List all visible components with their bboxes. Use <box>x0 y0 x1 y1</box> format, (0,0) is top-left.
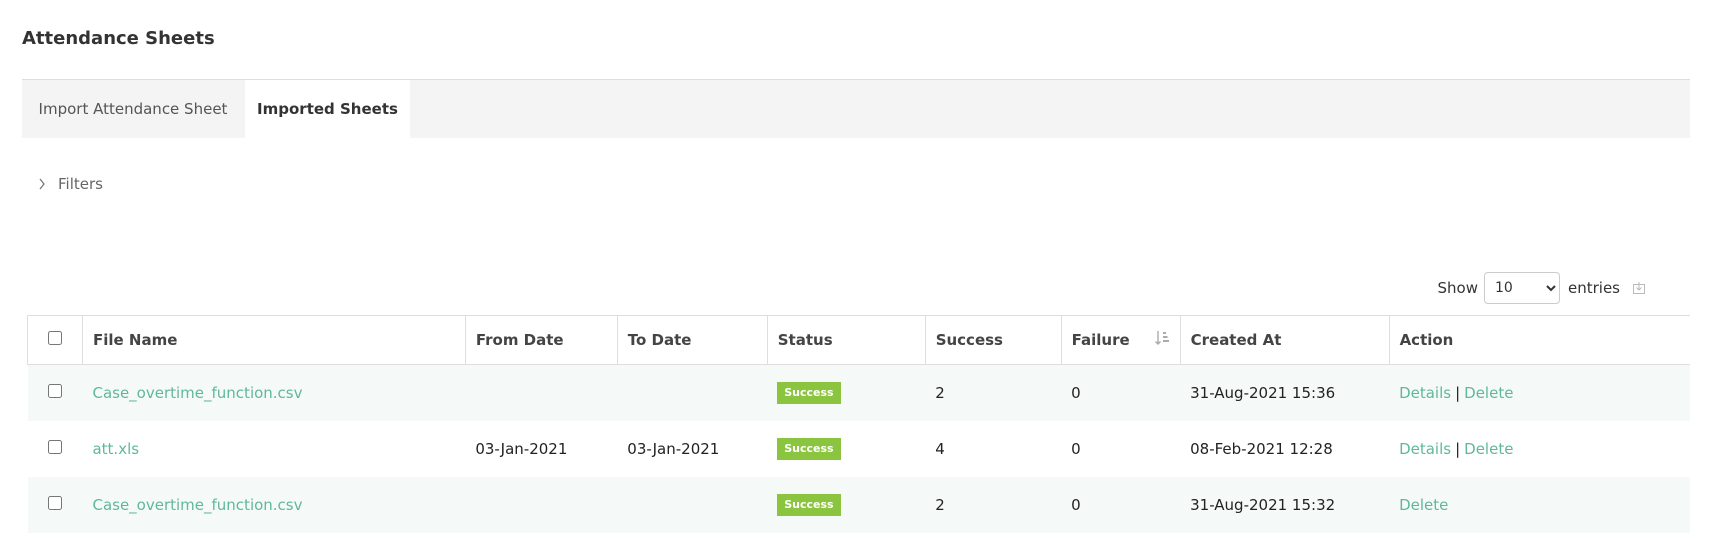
column-header-to-date[interactable]: To Date <box>616 315 768 365</box>
page-title: Attendance Sheets <box>22 28 215 49</box>
row-select-cell <box>28 365 83 422</box>
status-cell: Success <box>767 477 925 533</box>
file-name-cell: Case_overtime_function.csv <box>82 365 465 422</box>
column-header-success[interactable]: Success <box>924 315 1062 365</box>
entries-label: entries <box>1568 279 1620 297</box>
row-checkbox[interactable] <box>47 496 62 510</box>
action-cell: Delete <box>1389 477 1690 533</box>
table-row: att.xls 03-Jan-2021 03-Jan-2021 Success … <box>27 421 1690 477</box>
delete-link[interactable]: Delete <box>1464 384 1513 402</box>
file-name-cell: Case_overtime_function.csv <box>82 477 465 533</box>
column-header-file-name[interactable]: File Name <box>81 315 466 365</box>
action-cell: Details | Delete <box>1389 365 1690 422</box>
row-select-cell <box>28 477 83 533</box>
column-header-action: Action <box>1388 315 1690 365</box>
from-date-cell <box>465 477 617 533</box>
column-header-from-date[interactable]: From Date <box>464 315 618 365</box>
from-date-cell <box>465 365 617 422</box>
tab-bar: Import Attendance Sheet Imported Sheets <box>22 79 1690 138</box>
success-count-cell: 4 <box>935 440 945 458</box>
tab-import-attendance-sheet[interactable]: Import Attendance Sheet <box>22 80 244 138</box>
created-at-cell: 31-Aug-2021 15:32 <box>1190 496 1336 514</box>
delete-link[interactable]: Delete <box>1399 496 1448 514</box>
table-header-row: File Name From Date To Date Status Succe… <box>27 315 1690 365</box>
file-name-link[interactable]: att.xls <box>92 440 139 458</box>
success-count-cell: 2 <box>935 496 945 514</box>
filters-toggle[interactable]: Filters <box>38 175 103 193</box>
to-date-cell <box>617 365 767 422</box>
status-badge: Success <box>777 382 841 404</box>
to-date-cell <box>617 477 767 533</box>
created-at-cell: 08-Feb-2021 12:28 <box>1190 440 1333 458</box>
column-header-failure-label: Failure <box>1071 331 1130 349</box>
show-label: Show <box>1437 279 1478 297</box>
select-all-checkbox[interactable] <box>47 331 62 345</box>
failure-count-cell: 0 <box>1071 496 1081 514</box>
action-separator: | <box>1455 440 1461 458</box>
status-badge: Success <box>777 438 841 460</box>
filters-label: Filters <box>58 175 103 193</box>
failure-count-cell: 0 <box>1071 384 1081 402</box>
row-select-cell <box>28 421 83 477</box>
status-badge: Success <box>777 494 841 516</box>
success-count-cell: 2 <box>935 384 945 402</box>
sort-amount-icon[interactable] <box>1154 330 1170 350</box>
show-entries-control: Show 10 entries <box>1438 272 1620 304</box>
from-date-cell: 03-Jan-2021 <box>475 440 568 458</box>
tab-imported-sheets[interactable]: Imported Sheets <box>245 80 410 138</box>
details-link[interactable]: Details <box>1399 384 1451 402</box>
delete-link[interactable]: Delete <box>1464 440 1513 458</box>
action-separator: | <box>1455 384 1461 402</box>
file-name-link[interactable]: Case_overtime_function.csv <box>92 496 302 514</box>
file-name-cell: att.xls <box>82 421 465 477</box>
table-row: Case_overtime_function.csv Success 2 0 3… <box>27 364 1690 422</box>
to-date-cell: 03-Jan-2021 <box>627 440 720 458</box>
status-cell: Success <box>767 365 925 422</box>
table-row: Case_overtime_function.csv Success 2 0 3… <box>27 477 1690 533</box>
column-header-status[interactable]: Status <box>766 315 926 365</box>
imported-sheets-table: File Name From Date To Date Status Succe… <box>27 315 1690 533</box>
action-cell: Details | Delete <box>1389 421 1690 477</box>
chevron-right-icon <box>39 178 45 190</box>
details-link[interactable]: Details <box>1399 440 1451 458</box>
export-icon[interactable] <box>1632 280 1646 299</box>
select-all-cell <box>27 315 83 365</box>
status-cell: Success <box>767 421 925 477</box>
failure-count-cell: 0 <box>1071 440 1081 458</box>
column-header-failure[interactable]: Failure <box>1060 315 1181 365</box>
file-name-link[interactable]: Case_overtime_function.csv <box>92 384 302 402</box>
created-at-cell: 31-Aug-2021 15:36 <box>1190 384 1336 402</box>
row-checkbox[interactable] <box>47 440 62 454</box>
entries-per-page-select[interactable]: 10 <box>1484 272 1560 304</box>
row-checkbox[interactable] <box>47 384 62 398</box>
column-header-created-at[interactable]: Created At <box>1179 315 1390 365</box>
